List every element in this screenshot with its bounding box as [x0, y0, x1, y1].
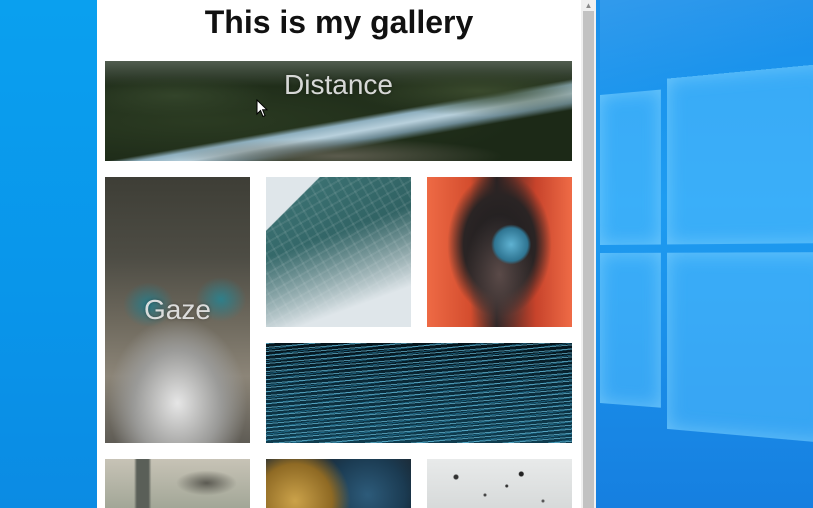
- browser-window: This is my gallery Distance Gaze ▲: [97, 0, 596, 508]
- mouse-pointer-icon: [256, 99, 268, 118]
- windows-logo-pane: [600, 89, 661, 246]
- gallery-tile-dome[interactable]: [266, 177, 411, 327]
- page-title: This is my gallery: [204, 4, 474, 40]
- gallery-tile-room[interactable]: [105, 459, 250, 508]
- gallery-tile-rings[interactable]: [266, 343, 572, 443]
- gallery-tile-gold[interactable]: [266, 459, 411, 508]
- windows-logo-icon: [600, 62, 813, 446]
- desktop-left-area: [0, 0, 97, 508]
- gallery-tile-distance[interactable]: Distance: [105, 61, 572, 161]
- vertical-scrollbar[interactable]: ▲: [581, 0, 596, 508]
- scrollbar-thumb[interactable]: [583, 11, 594, 508]
- scroll-up-arrow-icon[interactable]: ▲: [581, 0, 596, 10]
- windows-logo-pane: [667, 252, 813, 444]
- tile-caption: Gaze: [144, 294, 211, 325]
- gallery-tile-orb[interactable]: [427, 177, 572, 327]
- windows-logo-pane: [600, 252, 661, 408]
- tile-caption: Distance: [284, 69, 393, 100]
- windows-logo-pane: [667, 62, 813, 245]
- gallery-tile-gaze[interactable]: Gaze: [105, 177, 250, 443]
- gallery-tile-speckle[interactable]: [427, 459, 572, 508]
